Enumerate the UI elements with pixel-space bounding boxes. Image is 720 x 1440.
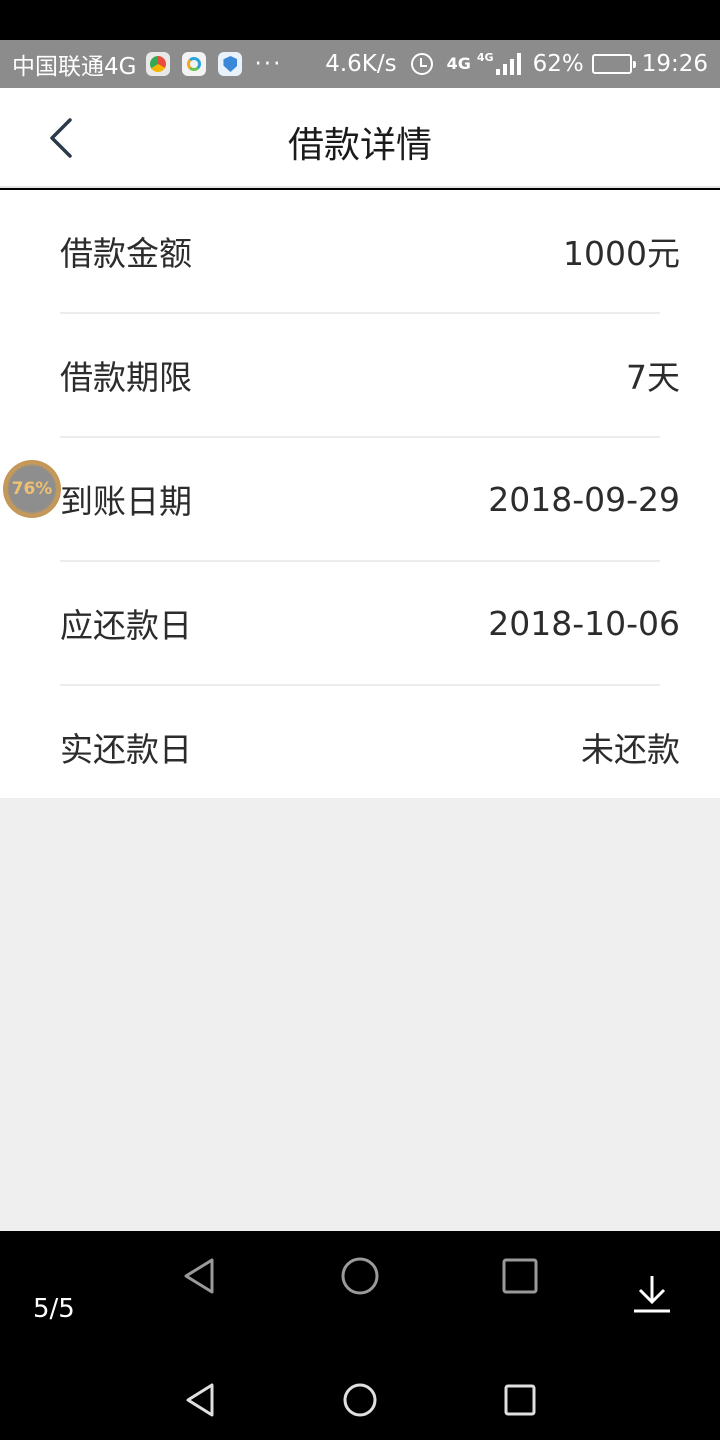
network-type-4g: 4G xyxy=(446,54,471,73)
clock: 19:26 xyxy=(641,51,708,77)
detail-row-arrival-date: 到账日期 2018-09-29 xyxy=(0,438,720,560)
detail-row-loan-term: 借款期限 7天 xyxy=(0,314,720,436)
recents-square-icon[interactable] xyxy=(500,1256,540,1296)
detail-row-loan-amount: 借款金额 1000元 xyxy=(0,190,720,312)
detail-value: 未还款 xyxy=(581,730,680,769)
detail-label: 借款金额 xyxy=(60,234,192,273)
battery-percent: 62% xyxy=(532,51,584,77)
back-triangle-icon[interactable] xyxy=(180,1256,220,1296)
floating-ball-percent: 76% xyxy=(11,479,53,499)
detail-row-due-date: 应还款日 2018-10-06 xyxy=(0,562,720,684)
page-title: 借款详情 xyxy=(287,125,432,166)
detail-value: 1000元 xyxy=(563,234,680,273)
detail-label: 借款期限 xyxy=(60,358,192,397)
image-viewer-bar: 5/5 xyxy=(0,1232,720,1352)
game-center-app-icon xyxy=(146,52,171,76)
detail-value: 2018-09-29 xyxy=(488,479,680,519)
system-navigation-bar xyxy=(0,1352,720,1440)
detail-value: 2018-10-06 xyxy=(488,603,680,643)
system-recents-icon[interactable] xyxy=(502,1382,538,1418)
loan-detail-list: 借款金额 1000元 借款期限 7天 到账日期 2018-09-29 应还款日 … xyxy=(0,190,720,808)
detail-label: 到账日期 xyxy=(60,482,192,521)
carrier-name: 中国联通4G xyxy=(12,54,137,80)
navigation-bar: 借款详情 xyxy=(0,88,720,188)
empty-content-area xyxy=(0,798,720,1231)
browser-app-icon xyxy=(182,52,207,76)
top-black-bar xyxy=(0,0,720,40)
detail-label: 应还款日 xyxy=(60,606,192,645)
system-back-icon[interactable] xyxy=(182,1382,218,1418)
download-icon[interactable] xyxy=(632,1274,672,1314)
alarm-icon xyxy=(410,53,433,75)
system-home-icon[interactable] xyxy=(342,1382,378,1418)
detail-row-actual-repay-date: 实还款日 未还款 xyxy=(0,686,720,808)
page-counter: 5/5 xyxy=(33,1294,75,1324)
more-notifications-icon: ··· xyxy=(254,51,283,77)
security-app-icon xyxy=(218,52,243,76)
network-type-4g-small: 4G xyxy=(476,51,494,64)
detail-value: 7天 xyxy=(626,358,680,397)
network-speed: 4.6K/s xyxy=(325,51,397,77)
signal-strength-icon xyxy=(495,53,521,75)
battery-icon xyxy=(591,54,636,74)
status-bar: 中国联通4G ··· 4.6K/s 4G 4G 62% 19:26 xyxy=(0,40,720,88)
home-circle-icon[interactable] xyxy=(340,1256,380,1296)
detail-label: 实还款日 xyxy=(60,730,192,769)
memory-boost-floating-ball[interactable]: 76% xyxy=(3,460,61,518)
